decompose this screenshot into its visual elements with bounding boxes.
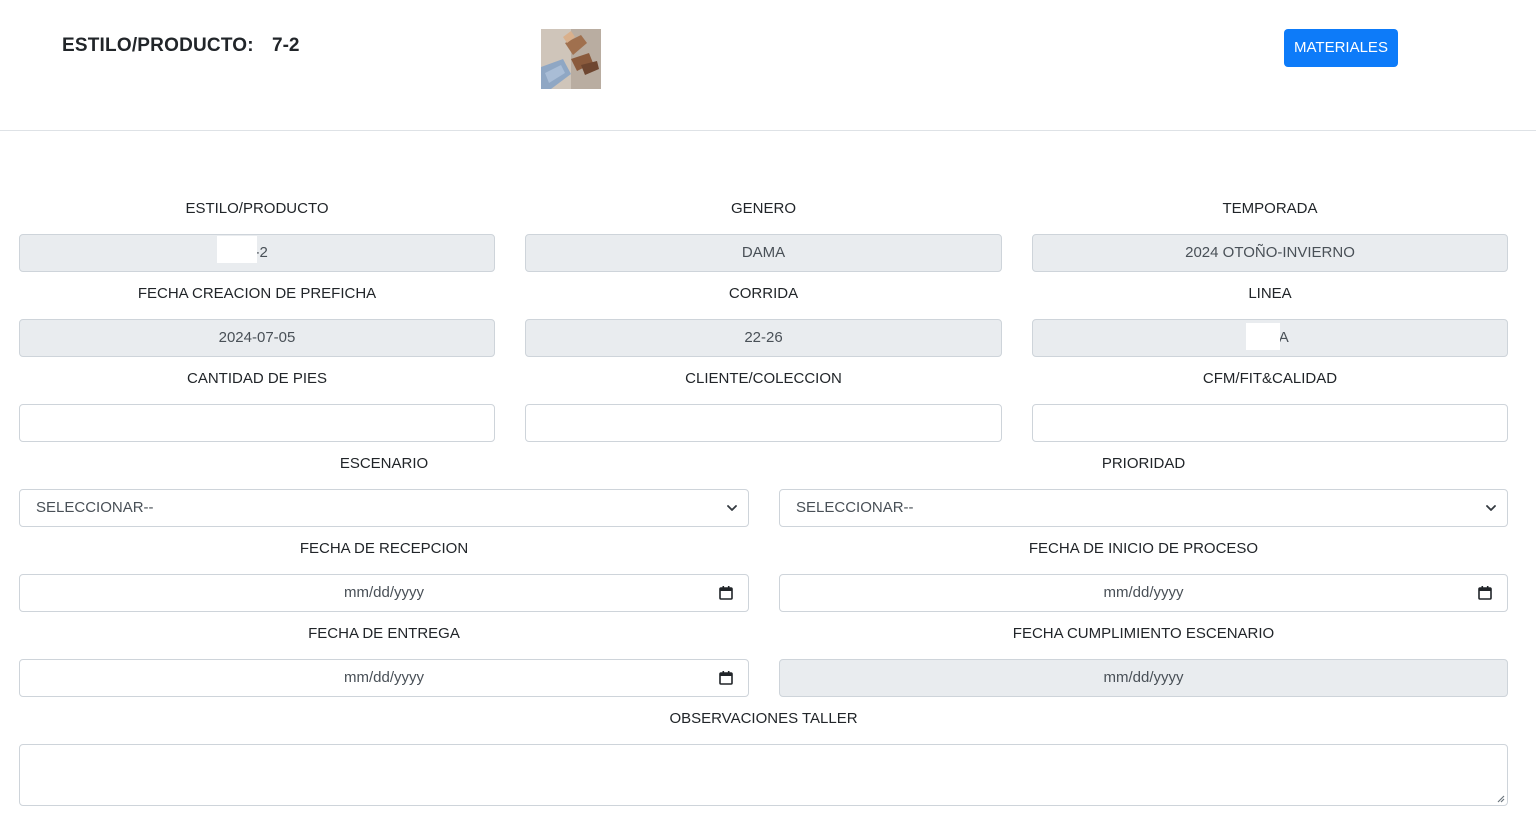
observaciones-label: OBSERVACIONES TALLER	[669, 710, 858, 727]
calendar-icon[interactable]	[1477, 585, 1493, 601]
materials-button[interactable]: MATERIALES	[1284, 29, 1398, 67]
temporada-field[interactable]: 2024 OTOÑO-INVIERNO	[1032, 234, 1508, 272]
fecha-entrega-placeholder: mm/dd/yyyy	[343, 669, 424, 686]
escenario-select[interactable]: SELECCIONAR--	[19, 489, 749, 527]
fecha-creacion-field[interactable]: 2024-07-05	[19, 319, 495, 357]
redaction-mark	[217, 236, 257, 263]
resize-handle-icon[interactable]	[1495, 793, 1505, 803]
cantidad-pies-input[interactable]	[19, 404, 495, 442]
chevron-down-icon	[727, 505, 737, 511]
fecha-recepcion-placeholder: mm/dd/yyyy	[343, 584, 424, 601]
cfm-calidad-input[interactable]	[1032, 404, 1508, 442]
cliente-coleccion-label: CLIENTE/COLECCION	[685, 370, 842, 387]
prioridad-selected-value: SELECCIONAR--	[796, 499, 914, 516]
genero-label: GENERO	[730, 200, 796, 217]
escenario-selected-value: SELECCIONAR--	[36, 499, 154, 516]
chevron-down-icon	[1486, 505, 1496, 511]
temporada-label: TEMPORADA	[1222, 200, 1318, 217]
prioridad-label: PRIORIDAD	[1101, 455, 1186, 472]
corrida-field[interactable]: 22-26	[525, 319, 1002, 357]
fecha-inicio-input[interactable]: mm/dd/yyyy	[779, 574, 1508, 612]
fecha-recepcion-label: FECHA DE RECEPCION	[299, 540, 469, 557]
fecha-entrega-input[interactable]: mm/dd/yyyy	[19, 659, 749, 697]
escenario-label: ESCENARIO	[339, 455, 429, 472]
header-product-code: 7-2	[272, 35, 300, 56]
cfm-calidad-label: CFM/FIT&CALIDAD	[1202, 370, 1338, 387]
calendar-icon[interactable]	[718, 585, 734, 601]
page-header: ESTILO/PRODUCTO: 7-2 MATERIALES	[0, 0, 1536, 131]
observaciones-textarea[interactable]	[19, 744, 1508, 806]
fecha-recepcion-input[interactable]: mm/dd/yyyy	[19, 574, 749, 612]
fecha-inicio-placeholder: mm/dd/yyyy	[1103, 584, 1184, 601]
redaction-mark	[1246, 323, 1280, 350]
linea-label: LINEA	[1248, 285, 1292, 302]
fecha-cumplimiento-placeholder: mm/dd/yyyy	[1103, 669, 1184, 686]
genero-field[interactable]: DAMA	[525, 234, 1002, 272]
corrida-label: CORRIDA	[728, 285, 799, 302]
fecha-inicio-label: FECHA DE INICIO DE PROCESO	[1028, 540, 1259, 557]
fecha-creacion-label: FECHA CREACION DE PREFICHA	[137, 285, 377, 302]
estilo-field[interactable]: 7-2	[19, 234, 495, 272]
estilo-label: ESTILO/PRODUCTO	[185, 200, 329, 217]
cantidad-pies-label: CANTIDAD DE PIES	[186, 370, 328, 387]
fecha-entrega-label: FECHA DE ENTREGA	[308, 625, 460, 642]
prioridad-select[interactable]: SELECCIONAR--	[779, 489, 1508, 527]
calendar-icon[interactable]	[718, 670, 734, 686]
fecha-cumplimiento-input: mm/dd/yyyy	[779, 659, 1508, 697]
fecha-cumplimiento-label: FECHA CUMPLIMIENTO ESCENARIO	[1012, 625, 1275, 642]
cliente-coleccion-input[interactable]	[525, 404, 1002, 442]
header-title: ESTILO/PRODUCTO:	[62, 35, 254, 56]
product-thumbnail[interactable]	[541, 29, 601, 89]
